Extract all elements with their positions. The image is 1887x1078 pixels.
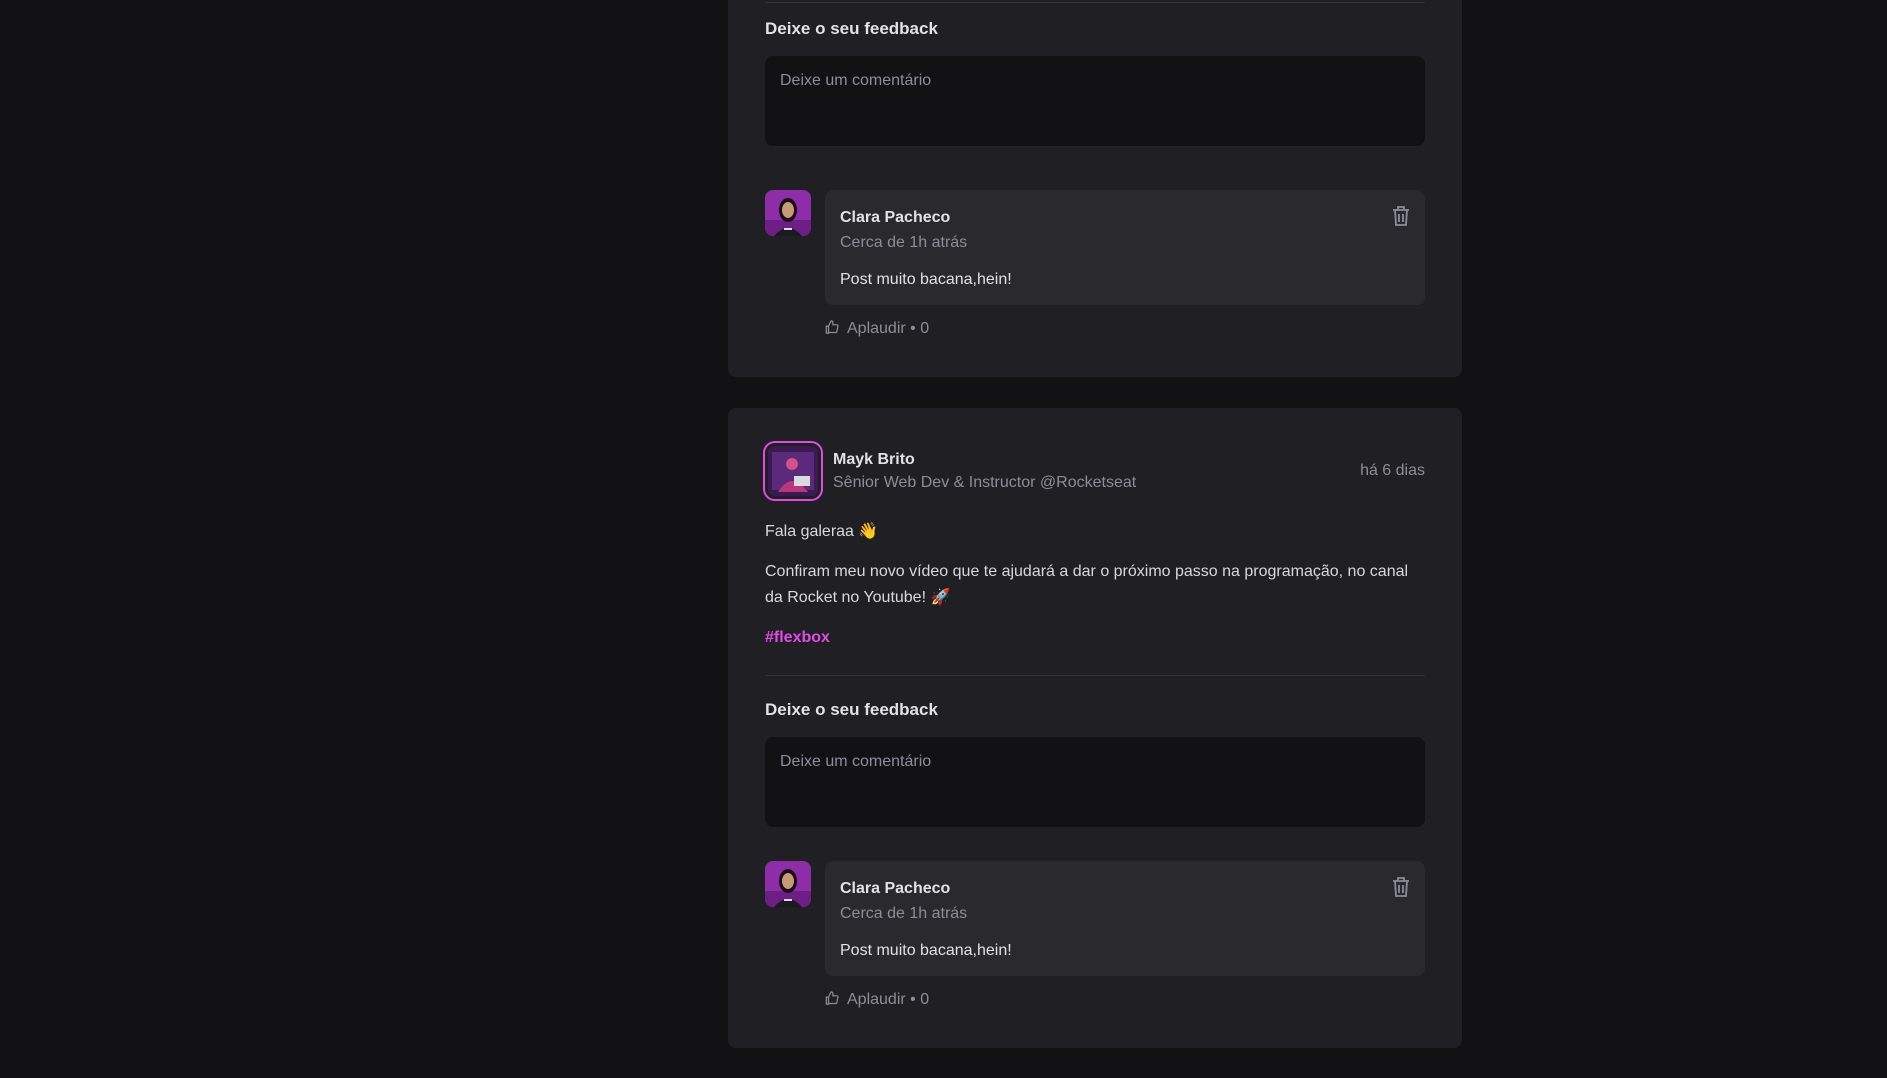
feedback-title: Deixe o seu feedback [765,19,938,38]
avatar[interactable] [763,441,823,501]
separator: • [910,991,916,1008]
thumbs-up-icon [825,319,839,339]
applaud-label: Aplaudir [847,320,906,337]
applaud-button[interactable]: Aplaudir • 0 [825,990,929,1010]
feedback-title: Deixe o seu feedback [765,700,938,719]
separator: • [910,320,916,337]
comment-input[interactable]: Deixe um comentário [765,737,1425,827]
avatar[interactable] [765,190,811,236]
thumbs-up-icon [825,990,839,1010]
comment-author: Clara Pacheco [840,880,951,897]
comment-author: Clara Pacheco [840,209,951,226]
post-paragraph: Confiram meu novo vídeo que te ajudará a… [765,563,1409,606]
comment-text: Post muito bacana,hein! [840,271,1012,288]
comment-time: Cerca de 1h atrás [840,905,968,922]
comment-text: Post muito bacana,hein! [840,942,1012,959]
comment-bubble: Clara Pacheco Cerca de 1h atrás Post mui… [825,861,1425,976]
comment-bubble: Clara Pacheco Cerca de 1h atrás Post mui… [825,190,1425,305]
comment-time: Cerca de 1h atrás [840,234,968,251]
applaud-button[interactable]: Aplaudir • 0 [825,319,929,339]
trash-icon[interactable] [1391,205,1411,227]
post-time: há 6 dias [1360,462,1425,479]
hashtag-link[interactable]: #flexbox [765,629,830,647]
trash-icon[interactable] [1391,876,1411,898]
applaud-count: 0 [920,320,930,337]
applaud-count: 0 [920,991,930,1008]
author-name: Mayk Brito [833,451,915,468]
comment-input[interactable]: Deixe um comentário [765,56,1425,146]
divider [765,675,1425,676]
post-card: Deixe o seu feedback Deixe um comentário… [728,0,1462,377]
applaud-label: Aplaudir [847,991,906,1008]
post-card: Mayk Brito Sênior Web Dev & Instructor @… [728,408,1462,1048]
post-paragraph: Fala galeraa 👋 [765,523,879,540]
divider [765,2,1425,3]
author-role: Sênior Web Dev & Instructor @Rocketseat [833,474,1137,491]
avatar[interactable] [765,861,811,907]
